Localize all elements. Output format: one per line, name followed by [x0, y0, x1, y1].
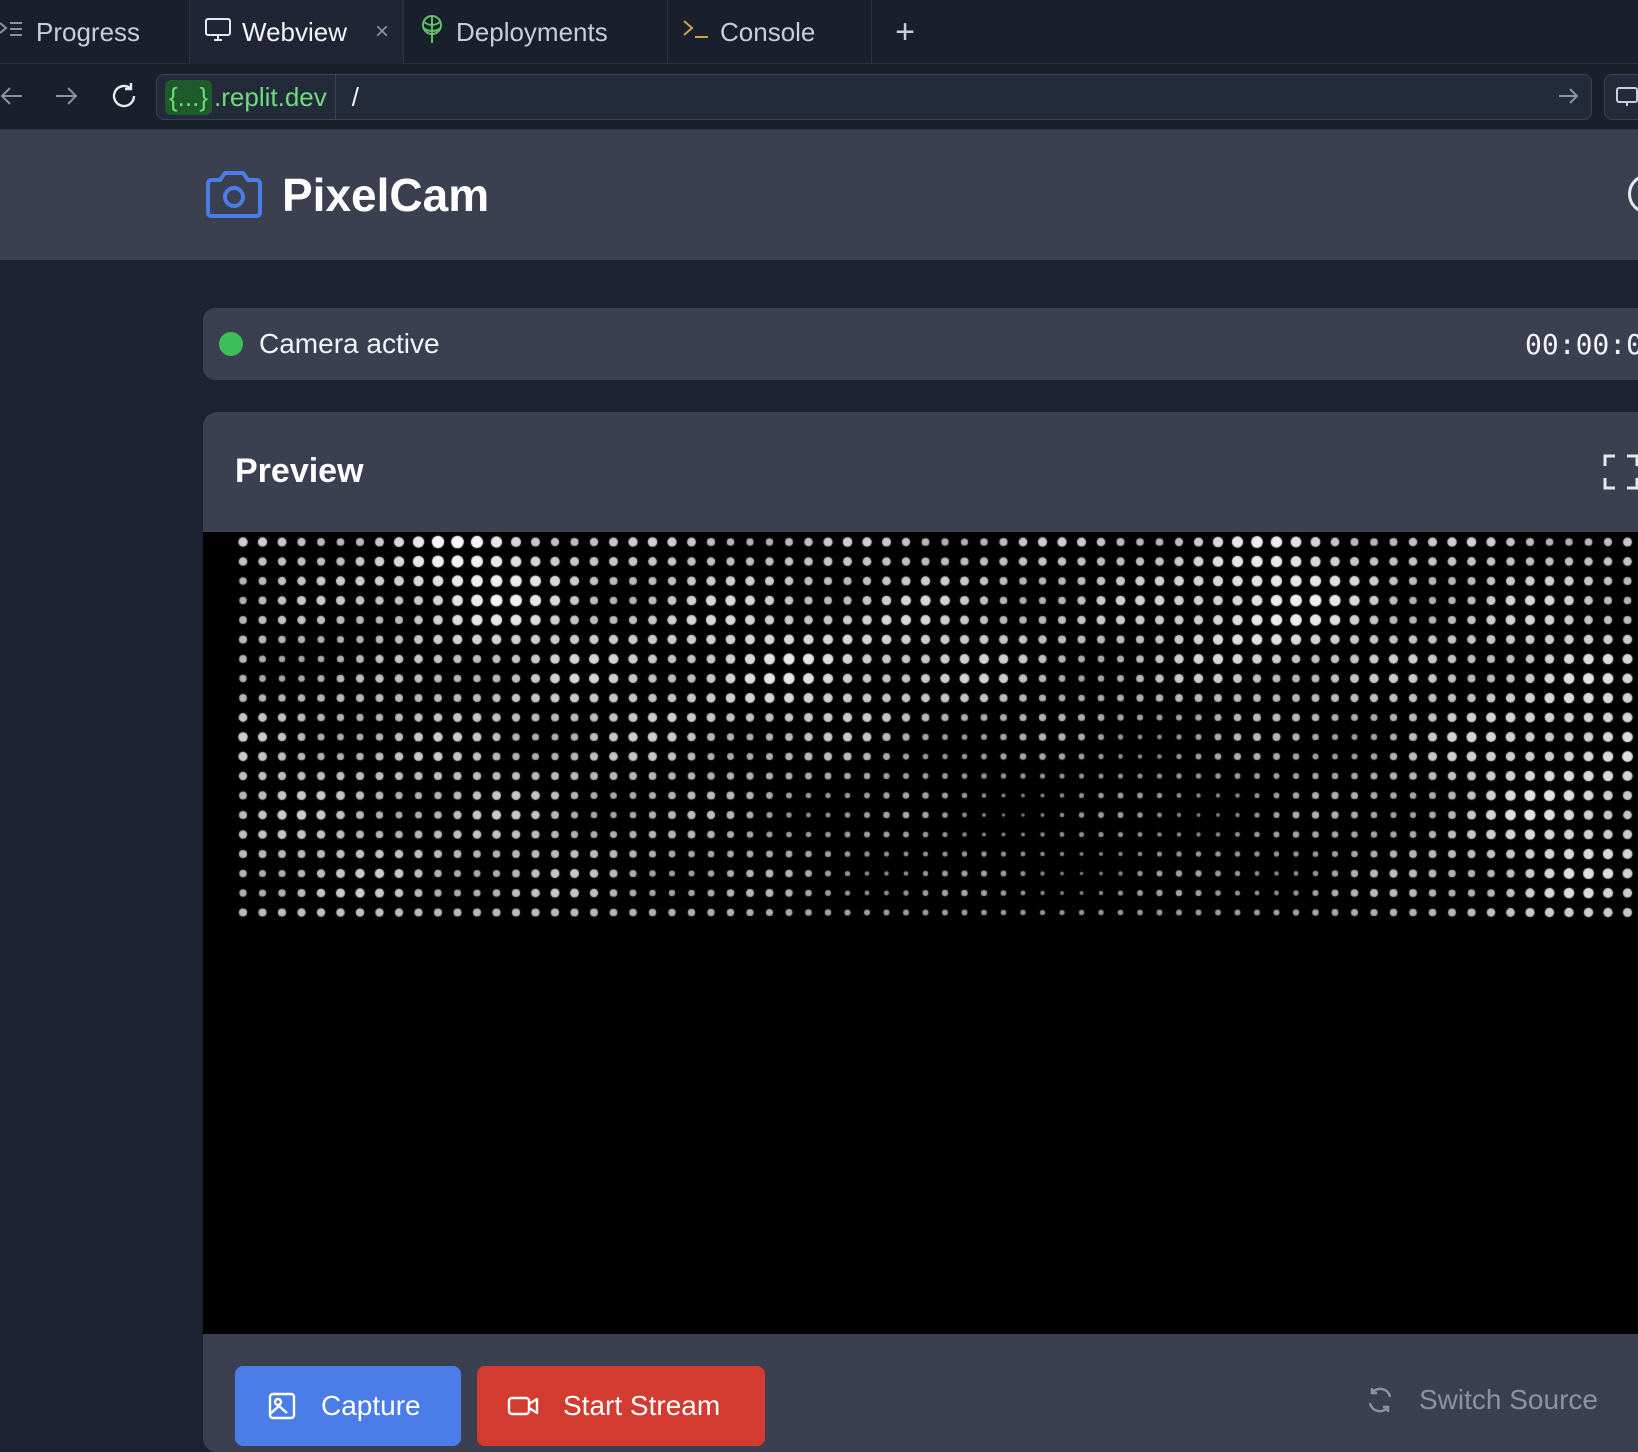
tab-label: Webview — [242, 16, 348, 47]
tab-label: Console — [720, 16, 816, 47]
add-tab-button[interactable]: + — [872, 0, 938, 64]
app-header: PixelCam — [0, 130, 1638, 260]
capture-button[interactable]: Capture — [235, 1366, 461, 1446]
tab-progress[interactable]: Progress — [0, 0, 190, 64]
tab-webview[interactable]: Webview × — [190, 0, 404, 64]
arrow-left-icon — [0, 87, 22, 105]
deploy-icon — [418, 14, 446, 51]
monitor-icon — [1616, 87, 1638, 106]
status-bar: Camera active 00:00:0 — [203, 308, 1638, 380]
video-camera-icon — [507, 1396, 539, 1416]
reload-button[interactable] — [106, 78, 142, 114]
status-text: Camera active — [259, 328, 440, 359]
camera-icon — [204, 170, 264, 225]
switch-source-label: Switch Source — [1419, 1384, 1598, 1415]
refresh-icon — [1368, 1387, 1392, 1413]
url-bar: {...} .replit.dev / — [0, 64, 1638, 130]
start-stream-button[interactable]: Start Stream — [477, 1366, 765, 1446]
start-stream-label: Start Stream — [563, 1390, 721, 1421]
status-dot-icon — [219, 332, 243, 356]
camera-preview-video[interactable] — [203, 532, 1638, 1334]
app-title: PixelCam — [282, 169, 490, 221]
host-badge: {...} — [165, 79, 213, 115]
fullscreen-icon[interactable] — [1603, 454, 1638, 495]
url-path: / — [351, 81, 360, 112]
terminal-icon — [682, 16, 710, 49]
progress-icon — [0, 16, 26, 49]
monitor-icon — [204, 15, 232, 50]
preview-title: Preview — [235, 452, 364, 490]
url-input[interactable]: {...} .replit.dev / — [156, 74, 1592, 120]
device-preview-button[interactable] — [1604, 74, 1638, 120]
tab-label: Deployments — [456, 16, 608, 47]
recording-timer: 00:00:0 — [1525, 328, 1638, 361]
tab-deployments[interactable]: Deployments — [404, 0, 668, 64]
reload-icon — [112, 83, 136, 108]
controls-bar: Capture Start Stream Switch Source — [203, 1334, 1638, 1452]
tab-bar: Progress Webview × Deployments Console + — [0, 0, 1638, 64]
go-button[interactable] — [1557, 85, 1579, 112]
settings-icon[interactable] — [1628, 174, 1638, 214]
tab-console[interactable]: Console — [668, 0, 872, 64]
preview-card: Preview Capture Start Stream Switch Sour… — [203, 412, 1638, 1452]
host-suffix: .replit.dev — [214, 81, 327, 112]
back-button[interactable] — [0, 78, 30, 114]
tab-label: Progress — [36, 16, 141, 47]
capture-label: Capture — [321, 1390, 421, 1421]
arrow-right-icon — [1559, 88, 1579, 104]
switch-source-button[interactable]: Switch Source — [1365, 1384, 1598, 1416]
forward-button[interactable] — [48, 78, 84, 114]
image-icon — [268, 1392, 296, 1420]
url-host: {...} .replit.dev — [157, 75, 336, 119]
close-icon[interactable]: × — [375, 18, 389, 46]
arrow-right-icon — [56, 87, 78, 105]
halftone-frame — [203, 532, 1638, 1334]
preview-header: Preview — [203, 412, 1638, 532]
